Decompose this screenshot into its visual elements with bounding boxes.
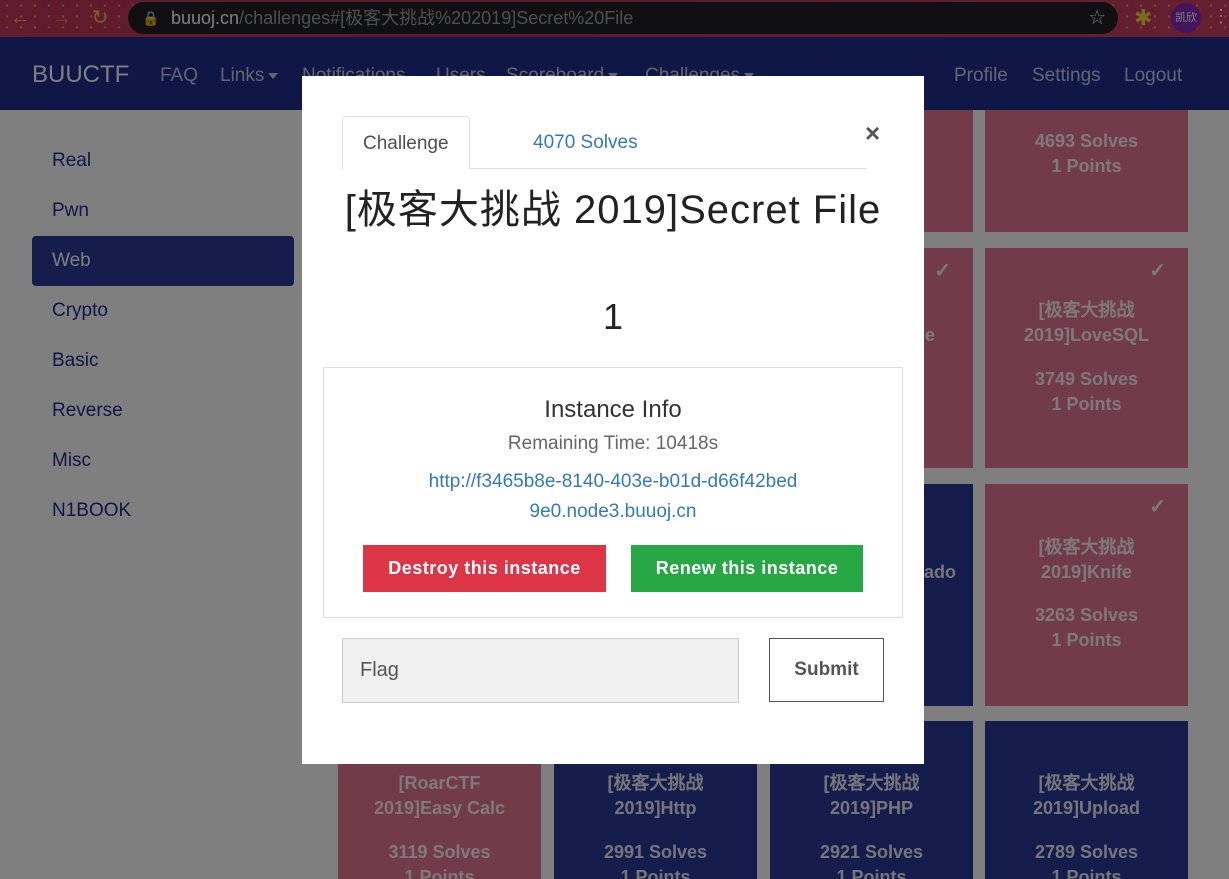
destroy-instance-button[interactable]: Destroy this instance [363, 545, 606, 592]
challenge-title: [极客大挑战 2019]Secret File [344, 188, 882, 232]
remaining-time: Remaining Time: 10418s [507, 433, 719, 454]
challenge-modal: Challenge 4070 Solves × [极客大挑战 2019]Secr… [302, 76, 924, 764]
challenge-value: 1 [602, 296, 624, 337]
renew-instance-button[interactable]: Renew this instance [631, 545, 863, 592]
modal-tabs: Challenge 4070 Solves [342, 116, 867, 170]
instance-url-link[interactable]: http://f3465b8e-8140-403e-b01d-d66f42bed… [424, 467, 802, 527]
submit-button[interactable]: Submit [769, 638, 884, 702]
close-icon[interactable]: × [865, 118, 880, 149]
instance-heading: Instance Info [544, 396, 682, 423]
instance-info-panel: Instance Info Remaining Time: 10418s htt… [323, 367, 903, 618]
tab-challenge[interactable]: Challenge [342, 116, 470, 170]
tab-solves[interactable]: 4070 Solves [513, 116, 658, 169]
flag-input[interactable]: Flag [342, 638, 739, 703]
